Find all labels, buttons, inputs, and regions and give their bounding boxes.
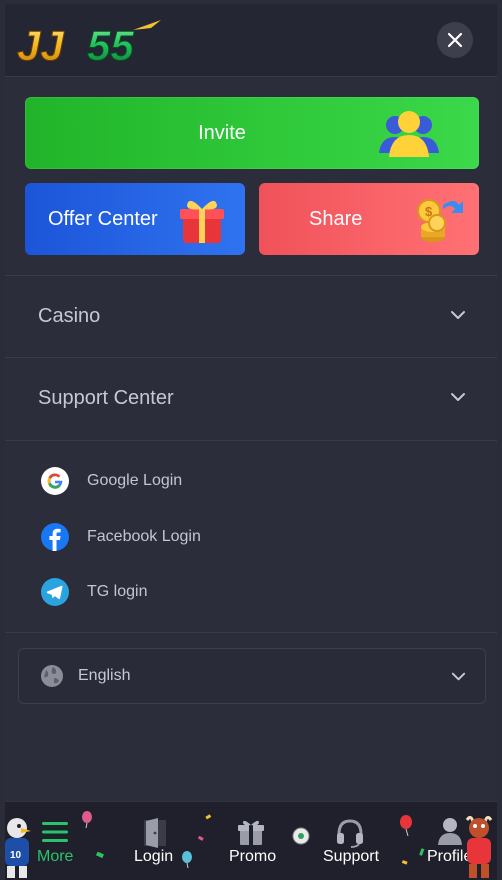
coins-icon: $ — [417, 199, 463, 242]
globe-icon — [41, 665, 63, 687]
chevron-down-icon — [451, 311, 465, 319]
facebook-icon — [41, 523, 69, 551]
balloon-decoration-icon — [400, 815, 412, 836]
mascot-bull-image — [465, 815, 493, 878]
divider — [5, 632, 497, 633]
support-center-label: Support Center — [38, 386, 174, 409]
sidebar-drawer: JJ 55 Invite Offer Center Share $ Casino… — [5, 4, 497, 880]
share-label: Share — [309, 207, 363, 230]
nav-support[interactable]: Support — [321, 802, 385, 880]
nav-promo-label: Promo — [229, 848, 277, 865]
support-center-accordion[interactable]: Support Center — [5, 358, 497, 438]
nav-login[interactable]: Login — [133, 802, 189, 880]
gift-box-icon — [180, 200, 224, 243]
telegram-login-button[interactable]: TG login — [41, 578, 241, 608]
share-button[interactable]: Share $ — [259, 183, 479, 255]
balloon-decoration-icon — [182, 851, 192, 868]
confetti-icon — [197, 836, 204, 841]
confetti-icon — [401, 860, 408, 865]
close-icon — [447, 32, 463, 48]
offer-center-label: Offer Center — [48, 207, 158, 230]
door-icon — [144, 818, 166, 848]
language-select[interactable]: English — [18, 648, 486, 704]
menu-icon — [42, 822, 68, 842]
confetti-icon — [419, 848, 425, 856]
casino-label: Casino — [38, 304, 101, 327]
nav-support-label: Support — [323, 848, 380, 865]
facebook-login-button[interactable]: Facebook Login — [41, 523, 241, 553]
soccer-ball-icon — [292, 827, 310, 845]
headset-icon — [337, 819, 363, 848]
invite-button[interactable]: Invite — [25, 97, 479, 169]
nav-login-label: Login — [134, 848, 174, 865]
chevron-down-icon — [451, 393, 465, 401]
invite-label: Invite — [198, 121, 246, 144]
user-icon — [438, 818, 462, 845]
jj55-logo: JJ 55 — [17, 20, 161, 66]
nav-more[interactable]: More — [35, 802, 79, 880]
casino-accordion[interactable]: Casino — [5, 276, 497, 356]
bottom-nav: 10 More Login Promo Support Profile — [5, 801, 497, 880]
divider — [5, 440, 497, 441]
facebook-login-label: Facebook Login — [87, 528, 201, 545]
telegram-login-label: TG login — [87, 583, 148, 600]
confetti-icon — [205, 814, 212, 820]
chevron-down-icon — [451, 672, 466, 681]
confetti-icon — [95, 852, 104, 859]
header-bar: JJ 55 — [5, 4, 497, 77]
mascot-eagle-image: 10 — [5, 818, 31, 878]
gift-icon — [238, 820, 264, 845]
telegram-icon — [41, 578, 69, 606]
offer-center-button[interactable]: Offer Center — [25, 183, 245, 255]
google-icon — [41, 467, 69, 495]
svg-text:JJ: JJ — [17, 22, 65, 66]
nav-more-label: More — [37, 848, 74, 865]
svg-text:10: 10 — [10, 850, 22, 861]
google-login-label: Google Login — [87, 472, 183, 489]
google-login-button[interactable]: Google Login — [41, 467, 241, 497]
balloon-decoration-icon — [82, 811, 92, 828]
language-label: English — [78, 667, 131, 684]
users-icon — [379, 111, 439, 157]
close-button[interactable] — [437, 22, 473, 58]
svg-text:55: 55 — [87, 22, 134, 66]
nav-promo[interactable]: Promo — [227, 802, 283, 880]
